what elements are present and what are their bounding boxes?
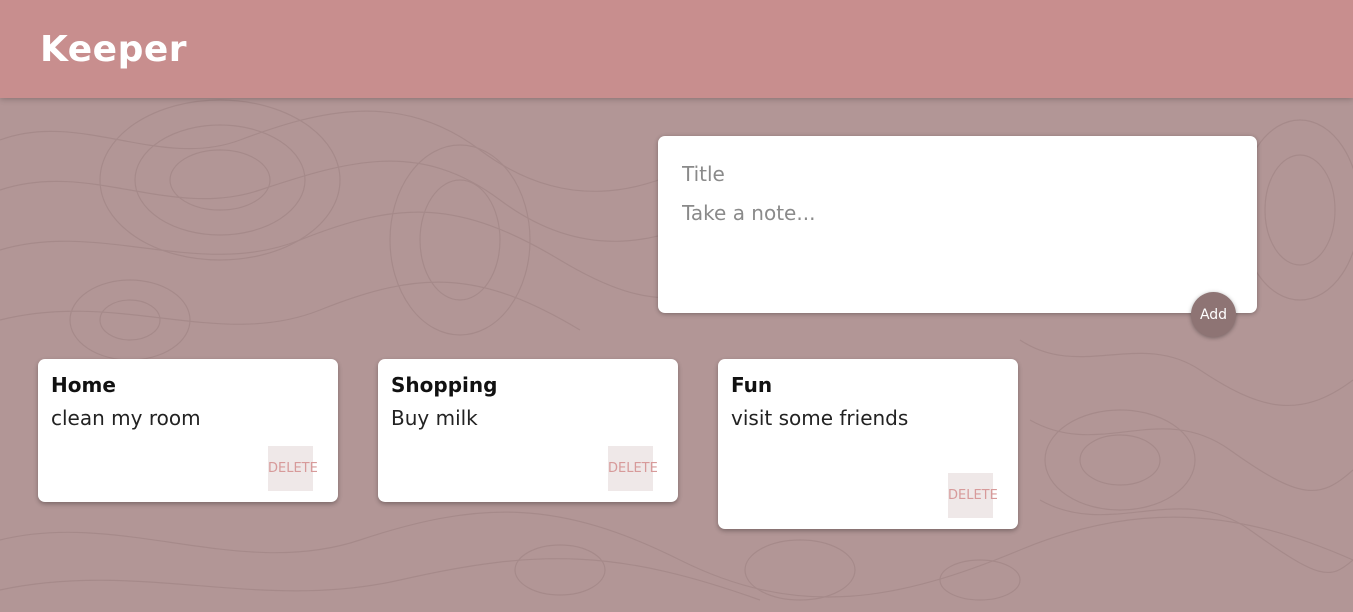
add-note-button[interactable]: Add	[1191, 292, 1236, 337]
note-card: Home clean my room DELETE	[38, 359, 338, 502]
note-card: Fun visit some friends DELETE	[718, 359, 1018, 529]
app-title: Keeper	[40, 29, 188, 70]
note-card: Shopping Buy milk DELETE	[378, 359, 678, 502]
delete-note-button[interactable]: DELETE	[948, 473, 998, 518]
note-content-input[interactable]	[682, 199, 1232, 289]
app-header: Keeper	[0, 0, 1353, 98]
delete-note-button[interactable]: DELETE	[608, 446, 658, 491]
create-note-form	[658, 136, 1257, 313]
note-title: Shopping	[391, 373, 498, 397]
note-content: Buy milk	[391, 406, 478, 430]
note-content: clean my room	[51, 406, 201, 430]
note-title: Home	[51, 373, 116, 397]
note-title: Fun	[731, 373, 773, 397]
note-content: visit some friends	[731, 406, 909, 430]
note-title-input[interactable]	[682, 160, 1232, 188]
delete-note-button[interactable]: DELETE	[268, 446, 318, 491]
